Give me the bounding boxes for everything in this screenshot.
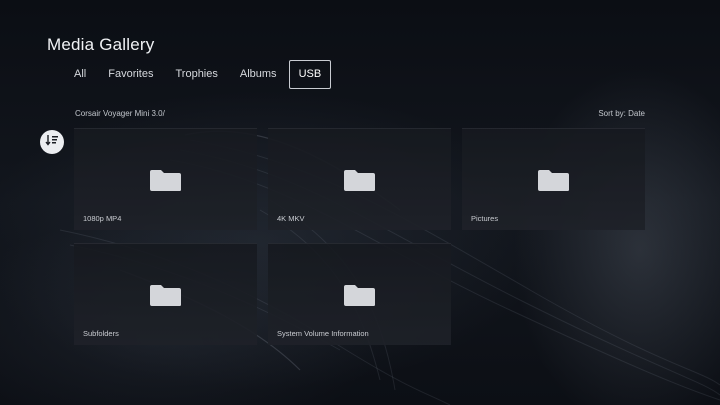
folder-tile-subfolders[interactable]: Subfolders — [74, 243, 257, 345]
folder-icon — [343, 284, 376, 312]
folder-tile-1080p-mp4[interactable]: 1080p MP4 — [74, 128, 257, 230]
sort-button[interactable] — [40, 130, 64, 154]
tab-usb[interactable]: USB — [288, 60, 332, 89]
folder-tile-pictures[interactable]: Pictures — [462, 128, 645, 230]
folder-tile-system-volume-information[interactable]: System Volume Information — [268, 243, 451, 345]
folder-icon — [149, 169, 182, 197]
folder-label: 1080p MP4 — [83, 214, 122, 223]
folder-icon — [343, 169, 376, 197]
folder-label: System Volume Information — [277, 329, 369, 338]
tab-favorites[interactable]: Favorites — [98, 60, 163, 89]
folder-label: 4K MKV — [277, 214, 305, 223]
folder-tile-4k-mkv[interactable]: 4K MKV — [268, 128, 451, 230]
sort-label: Sort by: Date — [598, 109, 645, 118]
folder-icon — [149, 284, 182, 312]
tab-bar: All Favorites Trophies Albums USB — [64, 60, 332, 89]
folder-label: Pictures — [471, 214, 499, 223]
folder-label: Subfolders — [83, 329, 119, 338]
breadcrumb: Corsair Voyager Mini 3.0/ — [75, 109, 165, 118]
tab-all[interactable]: All — [64, 60, 96, 89]
tab-albums[interactable]: Albums — [230, 60, 287, 89]
sort-order-icon — [45, 133, 59, 152]
folder-icon — [537, 169, 570, 197]
page-title: Media Gallery — [47, 35, 155, 54]
tab-trophies[interactable]: Trophies — [165, 60, 227, 89]
